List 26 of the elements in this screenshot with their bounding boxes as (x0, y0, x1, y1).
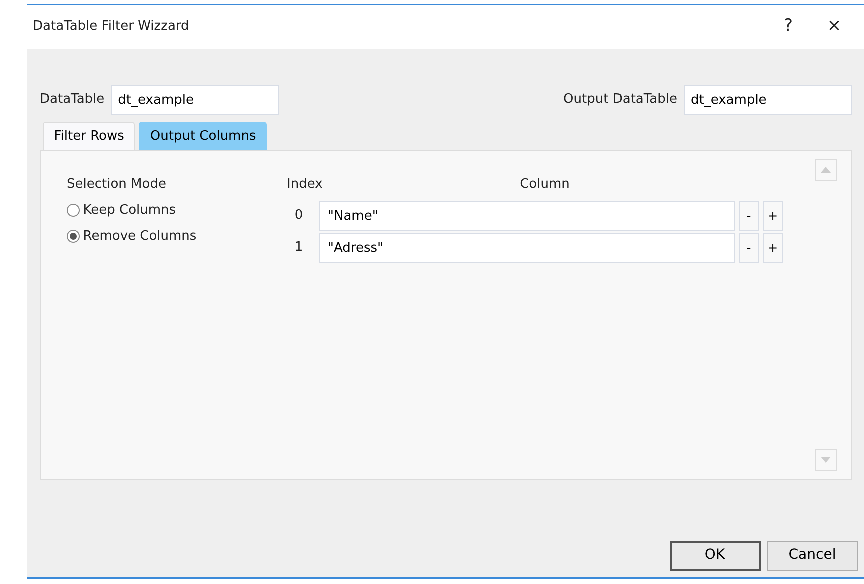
index-cell-text: 0 (294, 207, 304, 226)
index-cell-text: 1 (294, 239, 304, 258)
field-label: DataTable (40, 91, 105, 110)
radio-label: Remove Columns (83, 228, 197, 246)
add-button[interactable]: + (763, 233, 783, 263)
ok-button[interactable]: OK (670, 540, 760, 570)
column-field[interactable]: "Name" (319, 201, 735, 231)
window-title: DataTable Filter Wizzard (33, 18, 190, 36)
remove-button[interactable]: - (739, 233, 759, 263)
tab[interactable]: Output Columns (139, 122, 268, 150)
column-header: Index (287, 176, 324, 194)
cancel-button[interactable]: Cancel (767, 540, 858, 570)
tab[interactable]: Filter Rows (43, 122, 136, 150)
add-button[interactable]: + (763, 201, 783, 231)
column-header: Column (519, 176, 571, 194)
input-field[interactable]: dt_example (111, 85, 280, 115)
radio-button[interactable] (67, 204, 80, 218)
field-label: Output DataTable (564, 91, 678, 110)
close-button[interactable]: × (812, 14, 858, 40)
radio-button[interactable] (67, 230, 80, 243)
column-field[interactable]: "Adress" (319, 233, 735, 263)
section-title: Selection Mode (67, 176, 168, 194)
radio-label: Keep Columns (83, 202, 176, 220)
remove-button[interactable]: - (739, 201, 759, 231)
input-field[interactable]: dt_example (684, 85, 852, 115)
help-button[interactable]: ? (766, 14, 812, 40)
